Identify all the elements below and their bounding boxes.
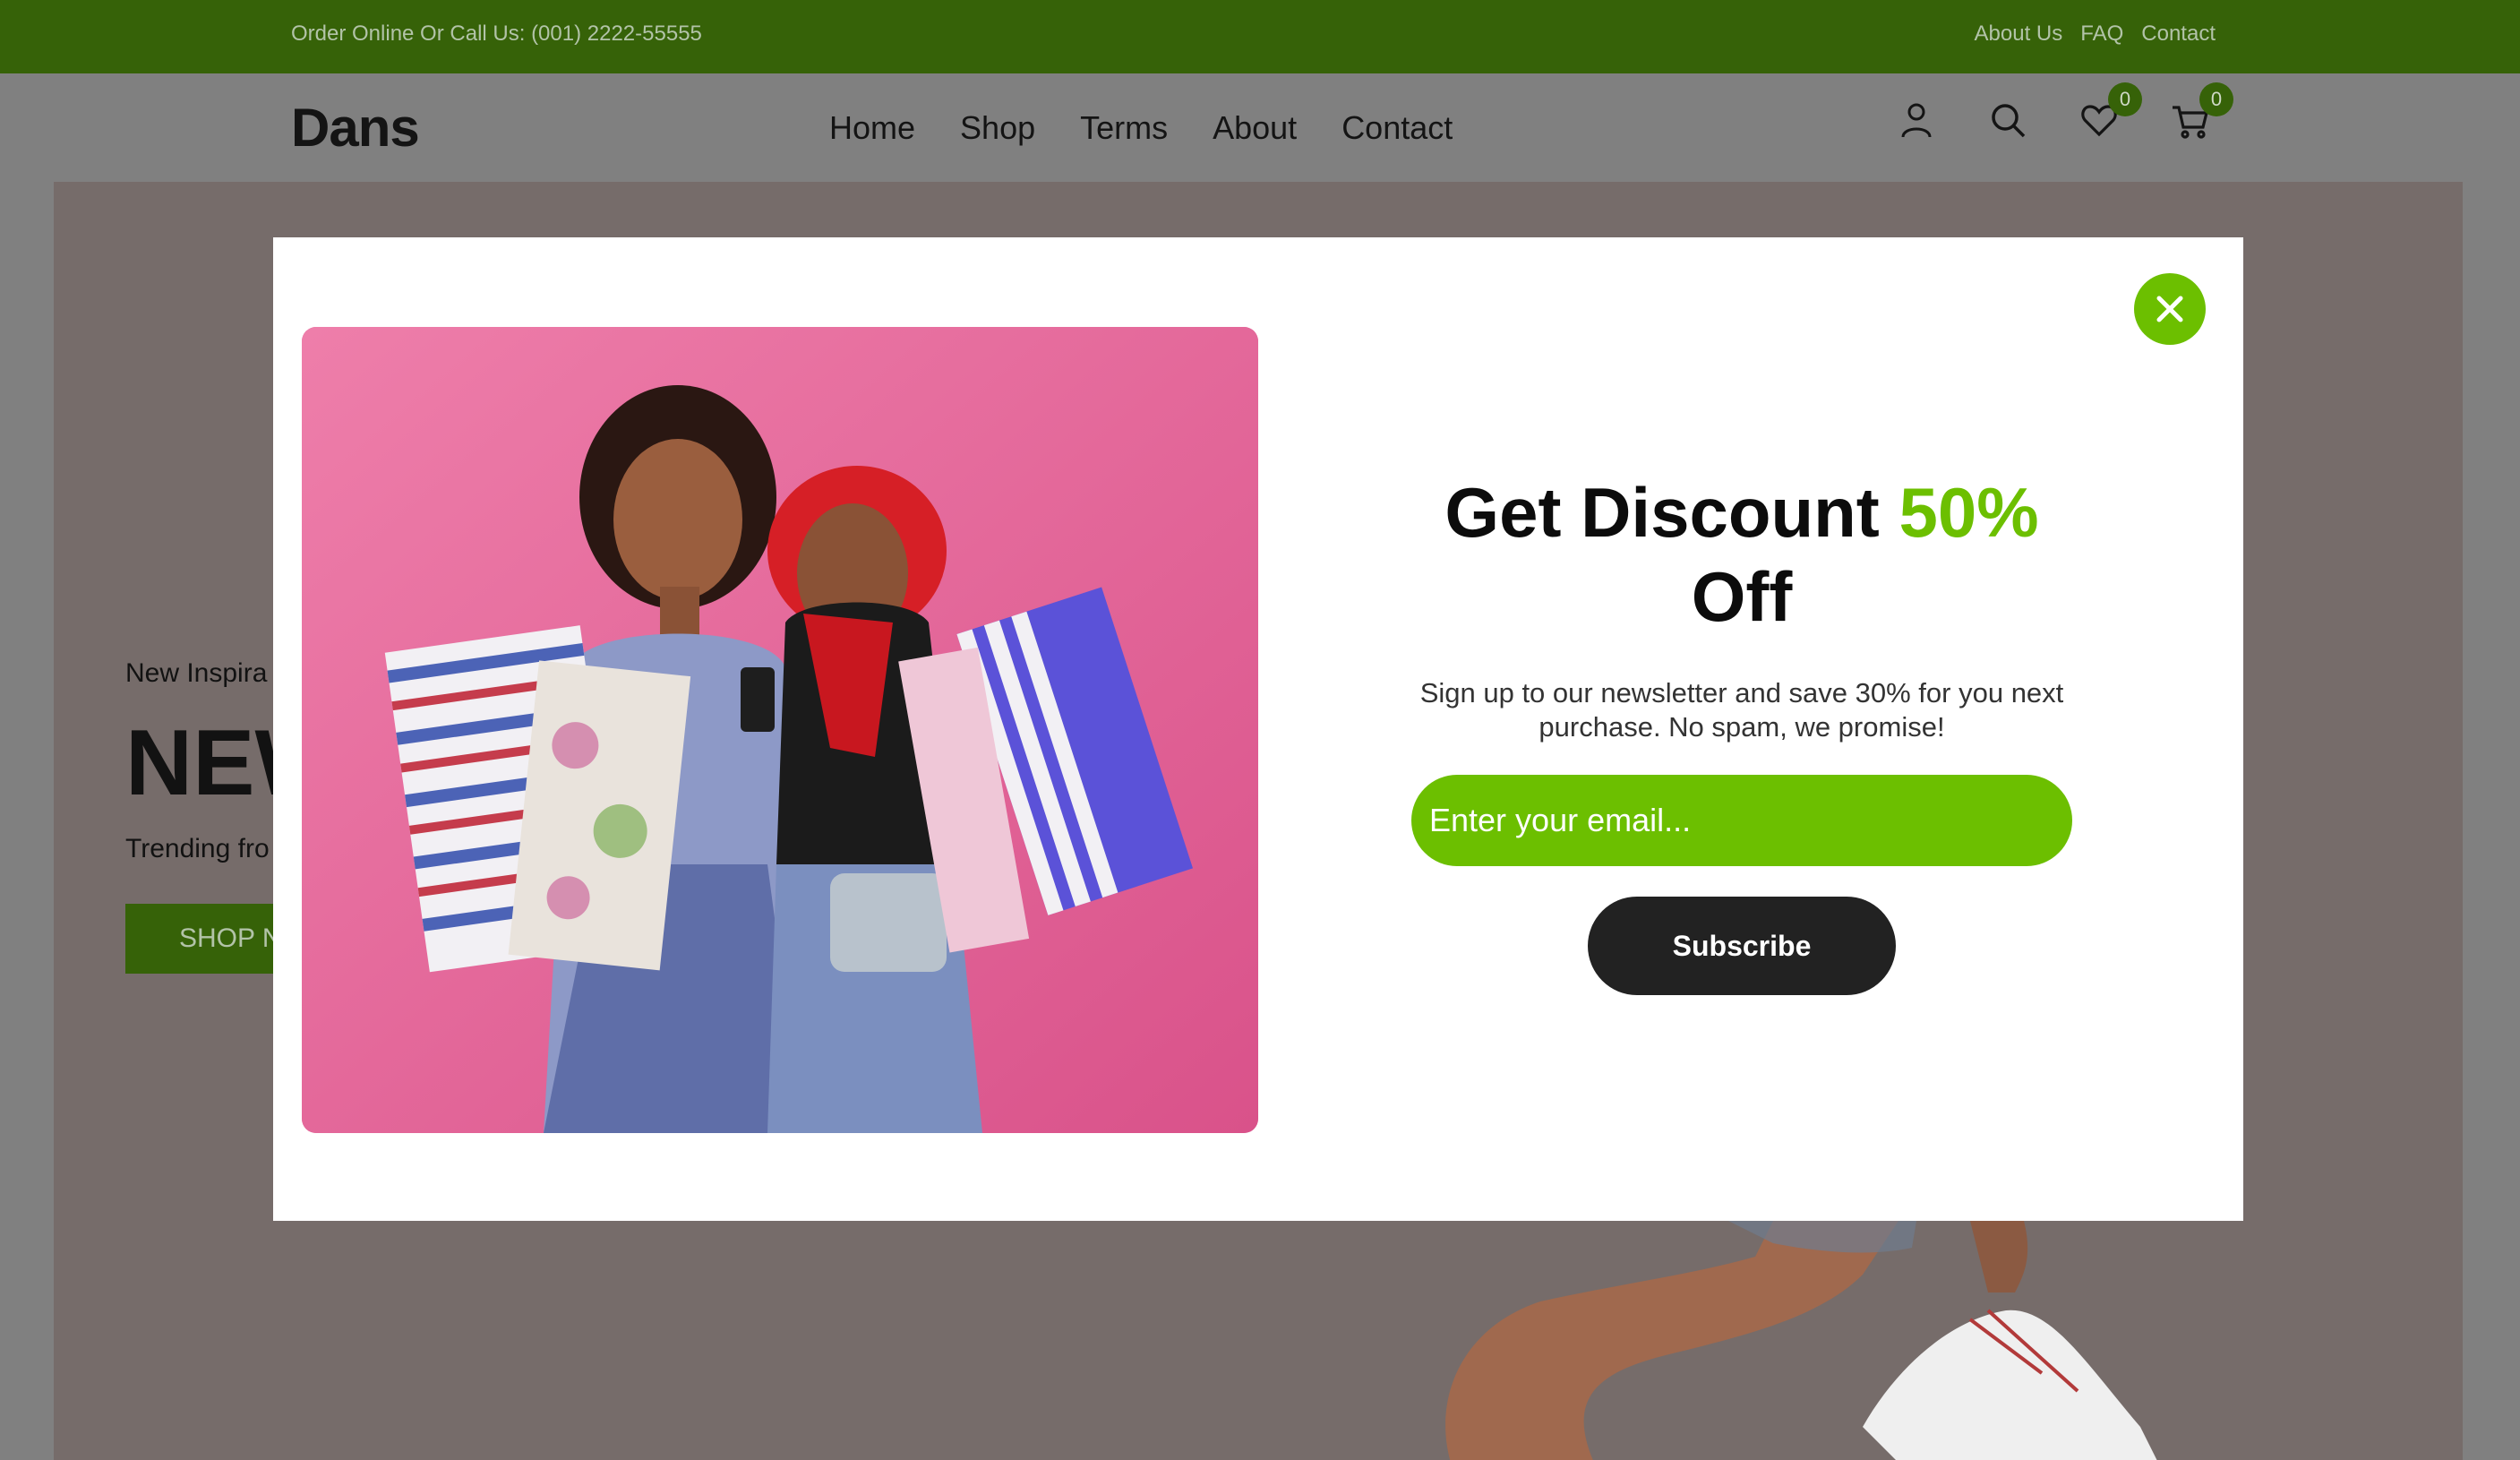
discount-title-main: Get Discount bbox=[1444, 473, 1880, 552]
cart-icon[interactable]: 0 bbox=[2171, 82, 2233, 140]
site-logo[interactable]: Dans bbox=[291, 97, 420, 159]
nav-contact[interactable]: Contact bbox=[1341, 109, 1453, 147]
wishlist-heart-icon[interactable]: 0 bbox=[2079, 82, 2142, 140]
promo-photo bbox=[302, 327, 1258, 1133]
hero-model-legs-image bbox=[1445, 1221, 2157, 1460]
user-icon[interactable] bbox=[1897, 100, 1936, 140]
discount-title-end: Off bbox=[1691, 557, 1793, 636]
shopping-women-illustration bbox=[302, 327, 1258, 1133]
discount-popup: Get Discount 50% Off Sign up to our news… bbox=[273, 237, 2243, 1221]
search-icon[interactable] bbox=[1988, 100, 2027, 140]
nav-about[interactable]: About bbox=[1213, 109, 1297, 147]
subscribe-button[interactable]: Subscribe bbox=[1588, 897, 1896, 995]
newsletter-form: Get Discount 50% Off Sign up to our news… bbox=[1393, 470, 2091, 995]
close-icon bbox=[2156, 296, 2183, 322]
hero-subtitle: New Inspira bbox=[125, 658, 268, 688]
top-link-faq[interactable]: FAQ bbox=[2080, 21, 2123, 47]
wishlist-count-badge: 0 bbox=[2108, 82, 2142, 116]
email-input[interactable] bbox=[1411, 775, 2072, 866]
nav-terms[interactable]: Terms bbox=[1080, 109, 1168, 147]
hero-tagline: Trending fro bbox=[125, 834, 270, 863]
contact-phone-text: Order Online Or Call Us: (001) 2222-5555… bbox=[291, 21, 702, 46]
main-header: Dans Home Shop Terms About Contact 0 0 bbox=[0, 73, 2520, 181]
nav-home[interactable]: Home bbox=[829, 109, 915, 147]
top-link-about-us[interactable]: About Us bbox=[1975, 21, 2063, 47]
discount-percent: 50% bbox=[1899, 473, 2039, 552]
top-bar: Order Online Or Call Us: (001) 2222-5555… bbox=[0, 0, 2520, 73]
cart-count-badge: 0 bbox=[2199, 82, 2233, 116]
top-links: About Us FAQ Contact bbox=[1975, 21, 2216, 47]
newsletter-description: Sign up to our newsletter and save 30% f… bbox=[1419, 677, 2064, 743]
close-popup-button[interactable] bbox=[2134, 273, 2206, 345]
header-icons: 0 0 bbox=[1897, 82, 2233, 140]
main-nav: Home Shop Terms About Contact bbox=[829, 109, 1453, 147]
discount-title: Get Discount 50% Off bbox=[1393, 470, 2091, 639]
top-link-contact[interactable]: Contact bbox=[2141, 21, 2216, 47]
nav-shop[interactable]: Shop bbox=[960, 109, 1035, 147]
